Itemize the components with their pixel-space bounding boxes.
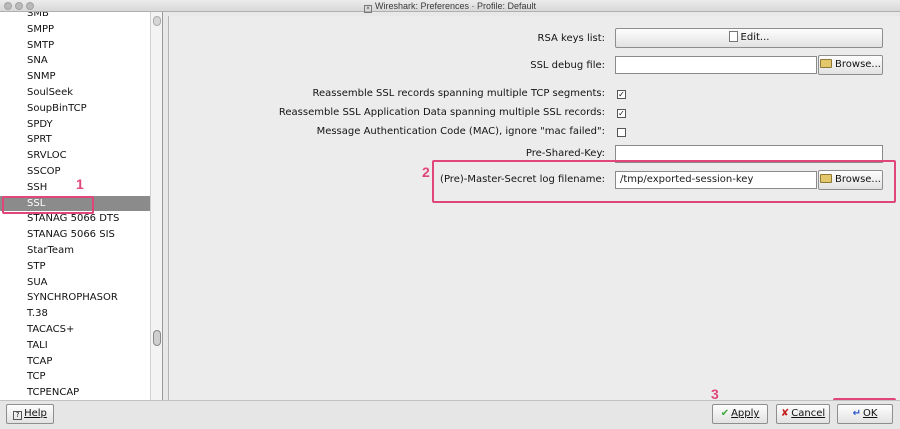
window-title-container: × Wireshark: Preferences · Profile: Defau… [0,0,900,13]
ok-button[interactable]: ↵ OK [837,404,893,424]
highlight-master-secret-row [432,160,896,203]
annotation-marker-2: 2 [422,164,430,180]
mac-ignore-label: Message Authentication Code (MAC), ignor… [316,126,605,137]
protocol-list-item[interactable]: SUA [0,275,150,291]
highlight-ssl-item [2,196,94,214]
scrollbar-thumb[interactable] [153,330,161,346]
scrollbar-top-arrow[interactable] [153,16,161,26]
return-arrow-icon: ↵ [852,408,861,419]
help-icon: ? [13,411,23,420]
protocol-list-item[interactable]: SSH [0,180,150,196]
apply-label: Apply [731,408,760,419]
protocol-list-item[interactable]: STP [0,259,150,275]
protocol-list-item[interactable]: TCAP [0,354,150,370]
protocol-list-item[interactable]: SNMP [0,69,150,85]
protocol-list-item[interactable]: SMB [0,12,150,22]
ssl-debug-file-input[interactable] [615,56,817,74]
protocol-list-item[interactable]: StarTeam [0,243,150,259]
protocol-list-item[interactable]: SoulSeek [0,85,150,101]
rsa-keys-edit-button[interactable]: Edit... [615,28,883,48]
ok-label: OK [862,408,878,419]
protocol-list-item[interactable]: TCPENCAP [0,385,150,400]
ssl-debug-file-label: SSL debug file: [530,60,605,71]
help-label: Help [24,408,47,419]
title-bar: × Wireshark: Preferences · Profile: Defau… [0,0,900,13]
protocol-list-item[interactable]: SYNCHROPHASOR [0,290,150,306]
cancel-button[interactable]: ✘ Cancel [776,404,830,424]
protocol-list-item[interactable]: TALI [0,338,150,354]
protocol-list-item[interactable]: TCP [0,369,150,385]
protocol-list-item[interactable]: SNA [0,53,150,69]
checkmark-icon: ✔ [720,408,730,419]
rsa-keys-edit-label: Edit... [740,32,770,43]
protocol-list-item[interactable]: SPDY [0,117,150,133]
reassemble-records-label: Reassemble SSL records spanning multiple… [312,88,606,99]
ssl-debug-file-browse-button[interactable]: Browse... [818,55,883,75]
reassemble-appdata-label: Reassemble SSL Application Data spanning… [278,107,605,118]
reassemble-records-checkbox[interactable]: ✓ [617,90,626,99]
protocol-list-item[interactable]: TACACS+ [0,322,150,338]
wireshark-app-icon: × [363,5,372,13]
reassemble-appdata-checkbox[interactable]: ✓ [617,109,626,118]
cancel-x-icon: ✘ [780,408,790,419]
protocol-list-item[interactable]: T.38 [0,306,150,322]
protocol-list-item[interactable]: SMPP [0,22,150,38]
pre-shared-key-label: Pre-Shared-Key: [525,148,605,159]
protocol-list-item[interactable]: SSCOP [0,164,150,180]
dialog-button-bar: ? Help ✔ Apply ✘ Cancel ↵ OK [0,400,900,429]
protocol-list-item[interactable]: SMTP [0,38,150,54]
protocol-list-item[interactable]: SRVLOC [0,148,150,164]
apply-button[interactable]: ✔ Apply [712,404,768,424]
rsa-keys-label: RSA keys list: [537,33,605,44]
window-title: Wireshark: Preferences · Profile: Defaul… [374,1,537,11]
help-button[interactable]: ? Help [6,404,54,424]
cancel-label: Cancel [791,408,826,419]
folder-icon [820,59,833,68]
document-icon [728,31,738,42]
protocol-list-scrollbar[interactable] [150,12,162,400]
browse-label: Browse... [835,59,881,70]
annotation-marker-1: 1 [76,176,84,192]
protocol-list-item[interactable]: SPRT [0,132,150,148]
mac-ignore-checkbox[interactable] [617,128,626,137]
protocol-list-item[interactable]: STANAG 5066 SIS [0,227,150,243]
protocol-list-item[interactable]: SoupBinTCP [0,101,150,117]
